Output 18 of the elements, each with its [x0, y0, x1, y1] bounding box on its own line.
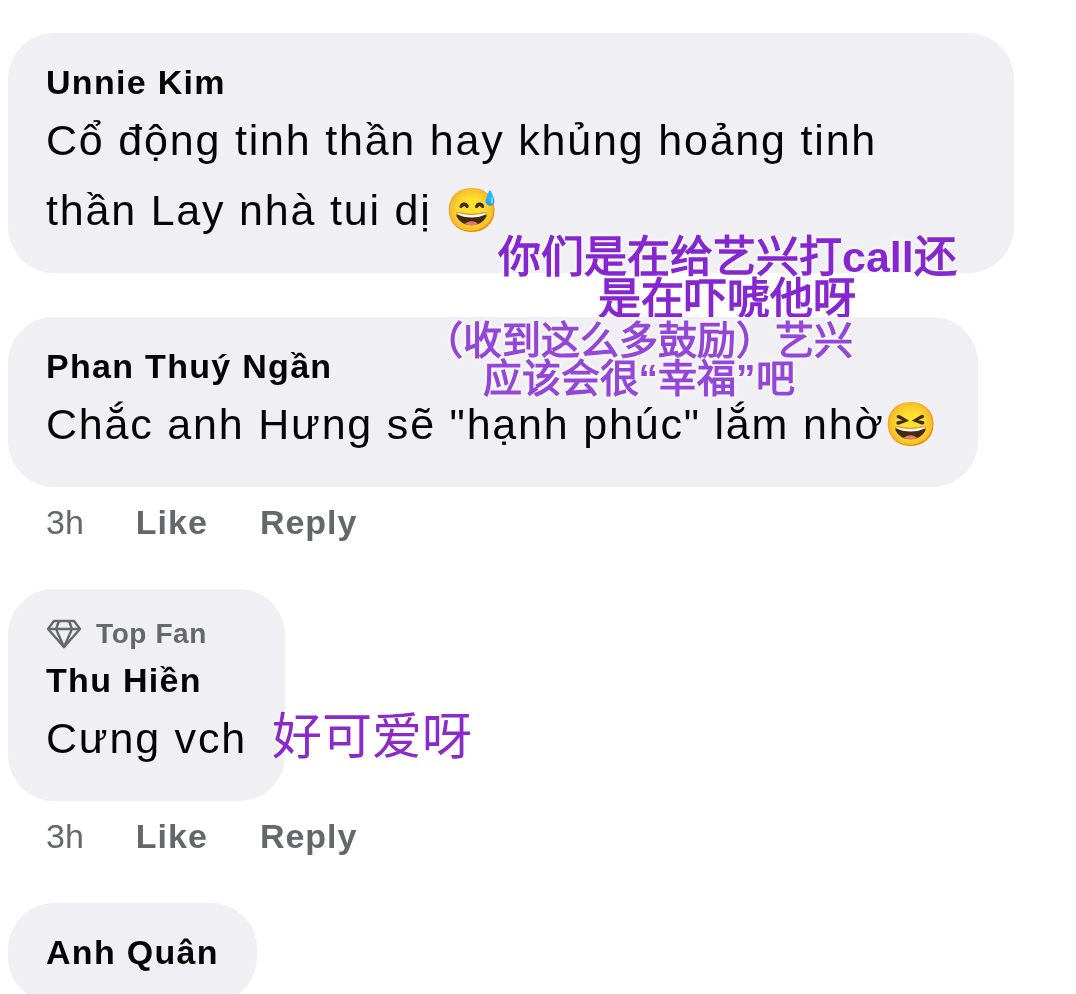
author-name[interactable]: Thu Hiền — [46, 657, 202, 703]
translation-note: （收到这么多鼓励）艺兴 应该会很“幸福”吧 — [424, 322, 853, 398]
author-name[interactable]: Anh Quân — [46, 929, 219, 975]
comment-time: 3h — [46, 816, 84, 857]
diamond-icon — [46, 619, 82, 649]
comment-text: Cổ động tinh thần hay khủng hoảng tinh thần Lay nhà tui dị 😅 — [46, 116, 878, 234]
translation-note: 你们是在给艺兴打call还 是在吓唬他呀 — [498, 236, 957, 320]
reply-button[interactable]: Reply — [259, 813, 358, 859]
fan-rank-label: Top Fan — [96, 617, 207, 651]
translation-note: 好可爱呀 — [272, 709, 472, 765]
reply-button[interactable]: Reply — [259, 499, 358, 545]
comment-text: Chắc anh Hưng sẽ "hạnh phúc" lắm nhờ😆 — [46, 400, 941, 448]
like-button[interactable]: Like — [135, 813, 208, 859]
author-name[interactable]: Unnie Kim — [46, 59, 226, 105]
author-name[interactable]: Phan Thuý Ngần — [46, 343, 333, 389]
like-button[interactable]: Like — [135, 499, 208, 545]
comment-text: Cưng vch — [46, 714, 247, 762]
comment-time: 3h — [46, 502, 84, 543]
